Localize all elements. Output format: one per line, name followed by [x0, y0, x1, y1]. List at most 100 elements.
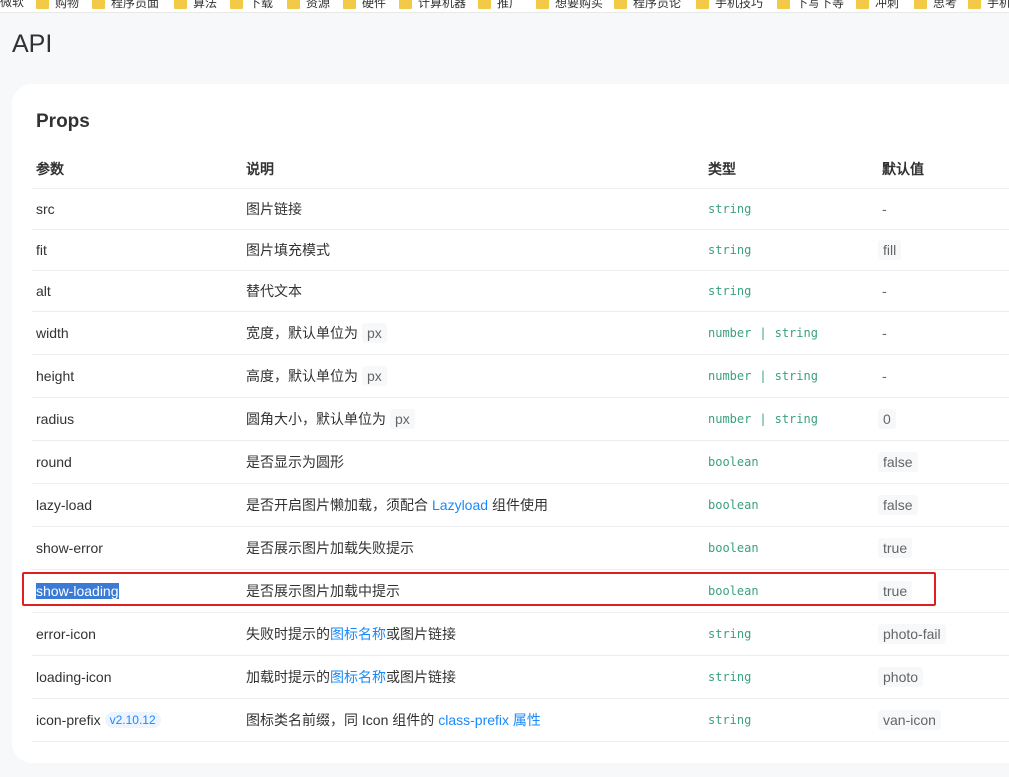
- default-value: photo: [878, 666, 924, 687]
- description-tail: 或图片链接: [386, 625, 456, 642]
- default-cell: true: [878, 526, 913, 569]
- type-name: string: [708, 712, 752, 727]
- desc-cell: 图片链接: [246, 188, 302, 229]
- default-value: 0: [878, 408, 896, 429]
- bookmark-item[interactable]: 下载: [230, 0, 273, 9]
- table-row: show-loading 是否展示图片加载中提示 boolean true: [32, 569, 1009, 613]
- table-row: lazy-load 是否开启图片懒加载，须配合 Lazyload 组件使用 boolea…: [32, 483, 1009, 527]
- header-type: 类型: [708, 160, 736, 177]
- bookmark-item[interactable]: 计算机器: [399, 0, 466, 9]
- bookmark-item[interactable]: 手机技巧: [696, 0, 763, 9]
- type-cell: string: [708, 655, 751, 698]
- desc-cell: 是否开启图片懒加载，须配合 Lazyload 组件使用: [246, 483, 548, 526]
- description-tail: 组件使用: [492, 496, 549, 513]
- bookmark-label: 购物: [55, 0, 80, 10]
- folder-icon: [287, 0, 300, 9]
- bookmark-item[interactable]: 手机: [968, 0, 1009, 9]
- doc-link[interactable]: Lazyload: [432, 497, 488, 513]
- bookmark-item[interactable]: 硬件: [343, 0, 386, 9]
- param-cell: alt: [36, 270, 51, 311]
- doc-link[interactable]: 图标名称: [330, 667, 386, 687]
- type-cell: string: [708, 229, 751, 270]
- table-header: 参数 说明 类型 默认值: [32, 149, 1009, 189]
- bookmark-item[interactable]: 下写下等: [777, 0, 844, 9]
- description-text: 图片填充模式: [246, 241, 330, 258]
- folder-icon: [777, 0, 790, 9]
- doc-link[interactable]: class-prefix 属性: [438, 710, 541, 730]
- description-text: 宽度，默认单位为: [246, 324, 358, 341]
- param-name[interactable]: src: [36, 201, 55, 217]
- bookmark-item[interactable]: 思考: [914, 0, 957, 9]
- default-cell: -: [882, 354, 887, 397]
- table-row: radius 圆角大小，默认单位为 px number | string 0: [32, 397, 1009, 441]
- type-name: boolean: [708, 497, 759, 512]
- default-value: true: [878, 580, 913, 601]
- param-name[interactable]: loading-icon: [36, 669, 112, 685]
- description-text: 是否显示为圆形: [246, 453, 344, 470]
- type-name: string: [708, 626, 752, 641]
- type-separator: |: [759, 411, 767, 426]
- param-cell: icon-prefix v2.10.12: [36, 698, 161, 741]
- bookmark-item[interactable]: 推广: [478, 0, 521, 9]
- table-row: height 高度，默认单位为 px number | string -: [32, 354, 1009, 398]
- param-name[interactable]: error-icon: [36, 626, 96, 642]
- desc-cell: 高度，默认单位为 px: [246, 354, 387, 397]
- bookmark-item[interactable]: 算法: [174, 0, 217, 9]
- param-name[interactable]: radius: [36, 411, 74, 427]
- description-text: 失败时提示的: [246, 625, 330, 642]
- type-cell: boolean: [708, 526, 759, 569]
- folder-icon: [230, 0, 243, 9]
- default-value: fill: [878, 239, 902, 260]
- default-cell: false: [878, 440, 918, 483]
- param-name[interactable]: lazy-load: [36, 497, 92, 513]
- table-row: icon-prefix v2.10.12 图标类名前缀，同 Icon 组件的 clas…: [32, 698, 1009, 742]
- bookmark-item[interactable]: 程序员论: [614, 0, 681, 9]
- desc-cell: 图片填充模式: [246, 229, 330, 270]
- param-name[interactable]: show-loading: [36, 582, 119, 599]
- bookmark-item[interactable]: 想要购买: [536, 0, 603, 9]
- bookmark-label: 推广: [497, 0, 522, 10]
- doc-link[interactable]: 图标名称: [330, 624, 386, 644]
- default-cell: 0: [878, 397, 896, 440]
- type-cell: number | string: [708, 354, 818, 397]
- type-name: number: [708, 368, 752, 383]
- type-cell: boolean: [708, 440, 759, 483]
- param-cell: height: [36, 354, 74, 397]
- param-name[interactable]: alt: [36, 283, 51, 299]
- param-cell: fit: [36, 229, 47, 270]
- param-name[interactable]: width: [36, 325, 69, 341]
- param-name[interactable]: icon-prefix: [36, 712, 101, 728]
- table-row: alt 替代文本 string -: [32, 270, 1009, 312]
- param-cell: error-icon: [36, 612, 96, 655]
- param-name[interactable]: fit: [36, 242, 47, 258]
- table-row: loading-icon 加载时提示的 图标名称 或图片链接 string photo: [32, 655, 1009, 699]
- param-cell: loading-icon: [36, 655, 112, 698]
- bookmark-item[interactable]: 购物: [36, 0, 79, 9]
- table-row: width 宽度，默认单位为 px number | string -: [32, 311, 1009, 355]
- desc-cell: 图标类名前缀，同 Icon 组件的 class-prefix 属性: [246, 698, 541, 741]
- param-name[interactable]: round: [36, 454, 72, 470]
- description-text: 圆角大小，默认单位为: [246, 410, 386, 427]
- bookmark-item[interactable]: 资源: [287, 0, 330, 9]
- folder-icon: [614, 0, 627, 9]
- bookmark-item[interactable]: 微软: [0, 0, 24, 8]
- default-value: -: [882, 324, 887, 341]
- bookmark-item[interactable]: 冲刺: [856, 0, 899, 9]
- param-name[interactable]: height: [36, 368, 74, 384]
- param-name[interactable]: show-error: [36, 540, 103, 556]
- folder-icon: [968, 0, 981, 9]
- default-value: photo-fail: [878, 623, 946, 644]
- inline-code: px: [362, 322, 387, 343]
- bookmark-label: 计算机器: [418, 0, 467, 10]
- bookmark-label: 硬件: [362, 0, 387, 10]
- type-name: string: [774, 368, 818, 383]
- type-name: boolean: [708, 583, 759, 598]
- type-name: number: [708, 411, 752, 426]
- desc-cell: 失败时提示的 图标名称 或图片链接: [246, 612, 456, 655]
- default-cell: van-icon: [878, 698, 941, 741]
- default-value: -: [882, 200, 887, 217]
- type-cell: string: [708, 612, 751, 655]
- bookmark-item[interactable]: 程序员面: [92, 0, 159, 9]
- description-text: 是否展示图片加载失败提示: [246, 539, 414, 556]
- type-name: string: [708, 669, 752, 684]
